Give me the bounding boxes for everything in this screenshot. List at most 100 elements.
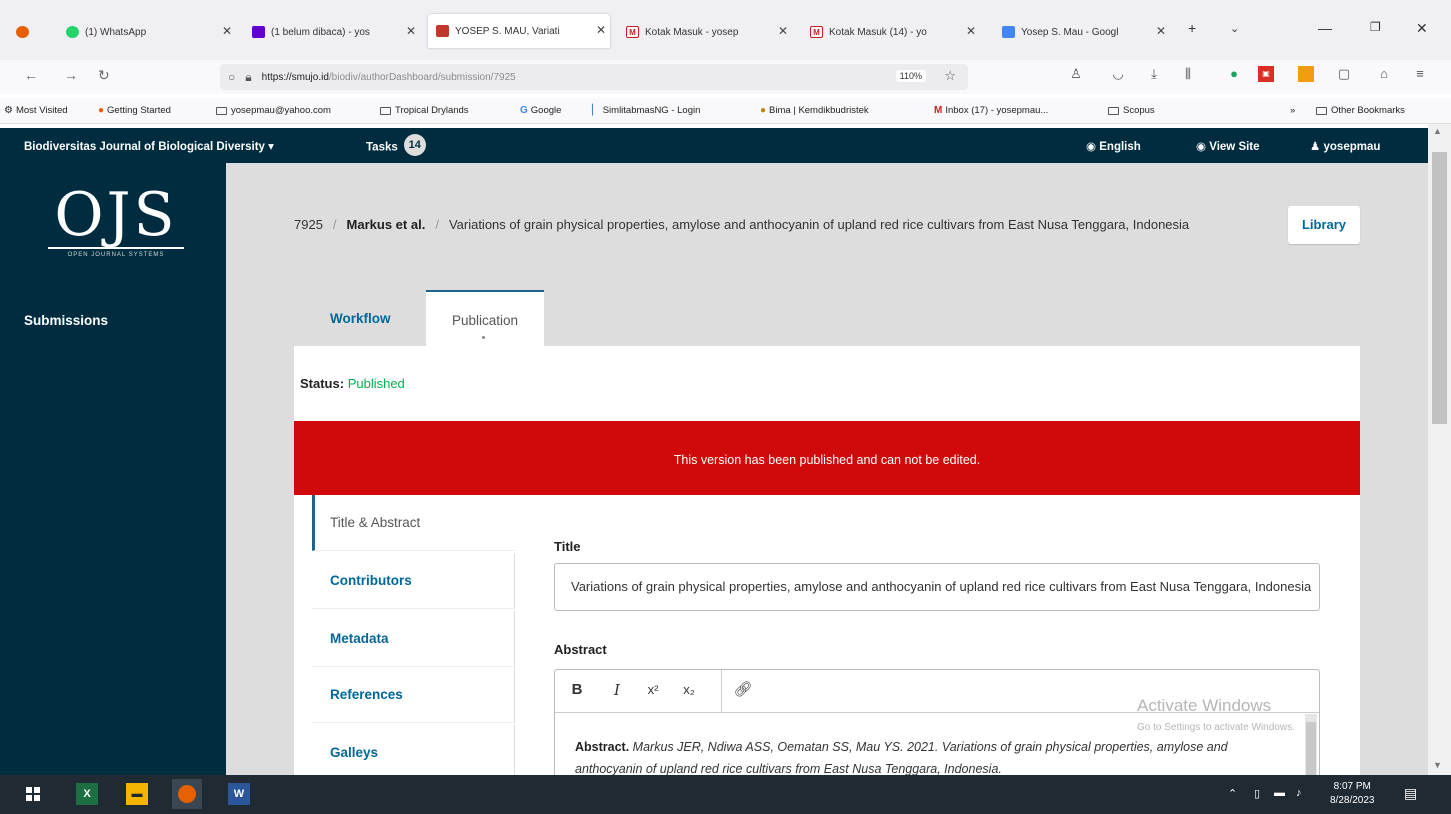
downloads-icon[interactable]: ⤓ xyxy=(1146,66,1162,82)
activate-windows-watermark: Activate Windows xyxy=(1137,696,1272,715)
restore-icon[interactable]: ❐ xyxy=(1370,20,1381,34)
notification-icon[interactable]: ▤ xyxy=(1404,785,1417,802)
bookmark-inbox[interactable]: M Inbox (17) - yosepmau... xyxy=(934,105,1048,116)
view-site-link[interactable]: ◉ View Site xyxy=(1196,139,1260,153)
bookmark-label: Most Visited xyxy=(15,105,68,116)
abstract-content[interactable]: Abstract. Markus JER, Ndiwa ASS, Oematan… xyxy=(575,736,1295,775)
excel-icon[interactable]: X xyxy=(76,783,98,805)
pocket-icon[interactable]: ◡ xyxy=(1110,66,1126,82)
close-tab-icon[interactable]: ✕ xyxy=(966,24,976,38)
tray-device-icon[interactable]: ▯ xyxy=(1254,787,1260,800)
reload-icon[interactable]: ↻ xyxy=(98,67,110,84)
word-icon[interactable]: W xyxy=(228,783,250,805)
file-explorer-icon[interactable]: ▬ xyxy=(126,783,148,805)
tasks-label: Tasks xyxy=(366,141,398,154)
abstract-label: Abstract xyxy=(554,642,607,657)
journal-switcher[interactable]: Biodiversitas Journal of Biological Dive… xyxy=(24,139,274,153)
volume-icon[interactable]: ♪ xyxy=(1296,787,1302,799)
subscript-icon[interactable]: x₂ xyxy=(677,678,701,702)
tab-whatsapp[interactable]: (1) WhatsApp ✕ xyxy=(66,12,236,52)
scroll-up-icon[interactable]: ▲ xyxy=(1433,126,1442,136)
ojs-logo[interactable]: OJS OPEN JOURNAL SYSTEMS xyxy=(46,185,186,258)
scroll-down-icon[interactable]: ▼ xyxy=(1433,760,1442,770)
bookmark-simlitabmas[interactable]: ▏ SimlitabmasNG - Login xyxy=(592,105,700,116)
italic-icon[interactable]: I xyxy=(605,678,629,702)
firefox-view-button[interactable] xyxy=(16,12,46,52)
bookmark-star-icon[interactable]: ☆ xyxy=(944,68,956,84)
title-input[interactable]: Variations of grain physical properties,… xyxy=(554,563,1320,611)
sidebar-item-submissions[interactable]: Submissions xyxy=(24,313,108,328)
window-close-icon[interactable]: ✕ xyxy=(1416,20,1428,37)
gmail-icon: M xyxy=(810,26,823,38)
page-scroll-thumb[interactable] xyxy=(1432,152,1447,424)
more-bookmarks-chevron-icon[interactable]: » xyxy=(1290,105,1295,116)
windows-start-icon[interactable] xyxy=(22,783,44,805)
bookmark-google[interactable]: G Google xyxy=(520,105,561,116)
bookmark-other[interactable]: Other Bookmarks xyxy=(1316,105,1405,116)
extension-orange-icon[interactable] xyxy=(1298,66,1314,82)
language-menu[interactable]: ◉ English xyxy=(1086,139,1141,153)
clock-date: 8/28/2023 xyxy=(1330,795,1375,806)
menu-hamburger-icon[interactable]: ≡ xyxy=(1412,66,1428,82)
editor-scrollbar[interactable] xyxy=(1305,714,1317,775)
bima-icon: ● xyxy=(760,105,767,116)
zoom-level[interactable]: 110% xyxy=(895,70,926,82)
superscript-icon[interactable]: x² xyxy=(641,678,665,702)
close-tab-icon[interactable]: ✕ xyxy=(222,24,232,38)
close-tab-icon[interactable]: ✕ xyxy=(406,24,416,38)
tab-workflow[interactable]: Workflow xyxy=(330,290,391,346)
tab-ojs-submission[interactable]: YOSEP S. MAU, Variati ✕ xyxy=(428,14,610,48)
forward-icon[interactable]: → xyxy=(64,67,78,83)
subnav-contributors[interactable]: Contributors xyxy=(312,553,515,609)
minimize-icon[interactable]: — xyxy=(1318,20,1332,36)
back-icon[interactable]: ← xyxy=(24,67,38,83)
eye-icon: ◉ xyxy=(1196,141,1207,153)
tray-chevron-icon[interactable]: ⌃ xyxy=(1228,787,1237,800)
close-tab-icon[interactable]: ✕ xyxy=(778,24,788,38)
bookmark-most-visited[interactable]: ⚙ Most Visited xyxy=(4,105,68,116)
subnav-galleys[interactable]: Galleys xyxy=(312,725,515,775)
ojs-favicon-icon xyxy=(436,25,449,37)
tasks-button[interactable]: Tasks 14 xyxy=(366,134,426,156)
library-icon[interactable]: ⫼ xyxy=(1180,66,1196,82)
account-icon[interactable]: ♙ xyxy=(1068,66,1084,82)
tab-gmail-2[interactable]: M Kotak Masuk (14) - yo ✕ xyxy=(810,12,980,52)
subnav-references[interactable]: References xyxy=(312,667,515,723)
editor-scroll-thumb[interactable] xyxy=(1306,722,1316,775)
activate-windows-subtext: Go to Settings to activate Windows. xyxy=(1137,722,1295,733)
page-scrollbar[interactable]: ▲ ▼ xyxy=(1428,124,1451,775)
close-tab-icon[interactable]: ✕ xyxy=(1156,24,1166,38)
tracking-shield-icon[interactable]: ○ xyxy=(228,70,235,84)
list-tabs-icon[interactable]: ⌄ xyxy=(1230,22,1239,35)
lock-icon[interactable]: 🔒︎ xyxy=(245,70,251,85)
status-label: Status: xyxy=(300,376,345,391)
subnav-title-abstract[interactable]: Title & Abstract xyxy=(312,495,515,551)
tab-publication[interactable]: Publication xyxy=(426,290,544,346)
address-bar[interactable]: ○ 🔒︎ https://smujo.id/biodiv/authorDashb… xyxy=(220,64,968,90)
tab-yahoo-mail[interactable]: (1 belum dibaca) - yos ✕ xyxy=(252,12,420,52)
network-icon[interactable]: ▬ xyxy=(1274,787,1285,799)
bookmark-getting-started[interactable]: ● Getting Started xyxy=(98,105,171,116)
taskbar-clock[interactable]: 8:07 PM 8/28/2023 xyxy=(1330,780,1375,808)
extension-green-icon[interactable]: ● xyxy=(1226,66,1242,82)
extension-red-icon[interactable]: ▣ xyxy=(1258,66,1274,82)
bookmark-tropical-drylands[interactable]: Tropical Drylands xyxy=(380,105,469,116)
subnav-metadata[interactable]: Metadata xyxy=(312,611,515,667)
url-text[interactable]: https://smujo.id/biodiv/authorDashboard/… xyxy=(262,72,516,83)
tab-gmail-1[interactable]: M Kotak Masuk - yosep ✕ xyxy=(626,12,792,52)
abstract-lead: Abstract. xyxy=(575,740,630,754)
bookmark-yahoo[interactable]: yosepmau@yahoo.com xyxy=(216,105,331,116)
tab-indicator-dot xyxy=(482,336,485,339)
close-tab-icon[interactable]: ✕ xyxy=(596,23,606,37)
link-icon[interactable]: 🔗︎ xyxy=(731,678,755,702)
extensions-puzzle-icon[interactable]: ⌂ xyxy=(1376,66,1392,82)
bookmark-scopus[interactable]: Scopus xyxy=(1108,105,1155,116)
library-button[interactable]: Library xyxy=(1288,206,1360,244)
firefox-taskbar-icon[interactable] xyxy=(172,779,202,809)
user-menu[interactable]: ♟ yosepmau xyxy=(1310,139,1380,153)
tab-google-scholar[interactable]: Yosep S. Mau - Googl ✕ xyxy=(1002,12,1170,52)
bold-icon[interactable]: B xyxy=(565,678,589,702)
bookmark-bima[interactable]: ● Bima | Kemdikbudristek xyxy=(760,105,869,116)
new-tab-icon[interactable]: + xyxy=(1188,20,1196,36)
extension-grey-icon[interactable]: ▢ xyxy=(1336,66,1352,82)
